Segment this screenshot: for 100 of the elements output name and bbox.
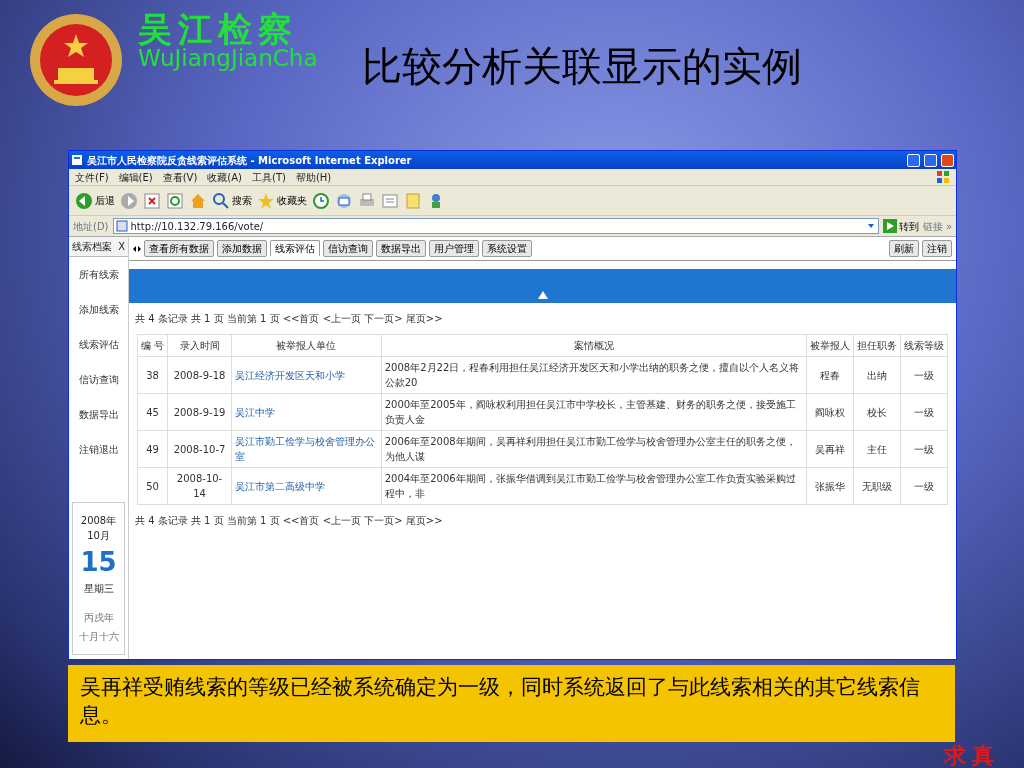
page-icon [71, 154, 83, 166]
go-button[interactable]: 转到 [882, 218, 919, 234]
table-cell: 38 [137, 356, 168, 394]
collapse-arrow-icon[interactable] [537, 291, 548, 299]
table-cell: 45 [137, 393, 168, 431]
table-cell: 2008年2月22日，程春利用担任吴江经济开发区天和小学出纳的职务之便，擅自以个人名义将公款20 [381, 356, 807, 394]
table-cell: 无职级 [853, 467, 901, 505]
table-cell: 校长 [853, 393, 901, 431]
table-cell: 2008-9-19 [167, 393, 232, 431]
close-button[interactable]: X [118, 239, 125, 254]
lunar-year: 丙戌年 [82, 611, 115, 625]
table-link[interactable]: 吴江市第二高级中学 [231, 467, 382, 505]
table-cell: 一级 [900, 393, 948, 431]
home-icon [189, 191, 207, 210]
table-cell: 一级 [900, 430, 948, 468]
table-cell: 2008-10-7 [167, 430, 232, 468]
tab[interactable]: 线索评估 [270, 240, 320, 257]
toolbar-button[interactable] [120, 191, 138, 210]
motto-text: 求真 [944, 744, 1000, 766]
table-link[interactable]: 吴江中学 [231, 393, 382, 431]
document-icon [381, 191, 399, 210]
menu-item[interactable]: 工具(T) [252, 169, 286, 185]
slide-title: 比较分析关联显示的实例 [361, 42, 802, 91]
tab[interactable]: 添加数据 [217, 240, 267, 257]
address-field[interactable]: http://10.132.79.166/vote/ [112, 218, 879, 234]
toolbar-button[interactable] [166, 191, 184, 210]
tab[interactable]: 查看所有数据 [144, 240, 214, 257]
links-button[interactable]: 链接 » [922, 218, 952, 234]
table-link[interactable]: 吴江经济开发区天和小学 [231, 356, 382, 394]
sidebar-item[interactable]: 线索评估 [69, 327, 128, 362]
table-cell: 阎咏权 [806, 393, 854, 431]
table-cell: 一级 [900, 356, 948, 394]
menu-item[interactable]: 文件(F) [75, 169, 109, 185]
calendar-month: 2008年10月 [79, 514, 118, 543]
sidebar-title: 线索档案 [72, 240, 112, 254]
table-cell: 50 [137, 467, 168, 505]
sidebar-item[interactable]: 信访查询 [69, 362, 128, 397]
collapse-arrows-icon[interactable] [133, 243, 141, 254]
action-button[interactable]: 刷新 [889, 240, 919, 257]
mail-icon [335, 191, 353, 210]
lunar-date: 十月十六 [78, 630, 119, 644]
tab[interactable]: 信访查询 [323, 240, 373, 257]
table-cell: 一级 [900, 467, 948, 505]
menu-item[interactable]: 编辑(E) [118, 169, 153, 185]
toolbar-button[interactable] [143, 191, 161, 210]
table-cell: 2008-10-14 [167, 467, 232, 505]
stop-icon [143, 191, 161, 210]
caption-text: 吴再祥受贿线索的等级已经被系统确定为一级，同时系统返回了与此线索相关的其它线索信息。 [68, 665, 955, 742]
table-cell: 程春 [806, 356, 854, 394]
column-header: 编 号 [137, 334, 168, 357]
column-header: 线索等级 [900, 334, 948, 357]
column-header: 被举报人单位 [231, 334, 382, 357]
tab[interactable]: 系统设置 [482, 240, 532, 257]
refresh-icon [166, 191, 184, 210]
toolbar-button[interactable] [312, 191, 330, 210]
close-button[interactable] [941, 153, 954, 167]
table-cell: 主任 [853, 430, 901, 468]
table-cell: 张振华 [806, 467, 854, 505]
windows-logo-icon [936, 170, 950, 184]
star-icon [257, 191, 275, 210]
menu-item[interactable]: 查看(V) [162, 169, 198, 185]
table-cell: 2006年至2008年期间，吴再祥利用担任吴江市勤工俭学与校舍管理办公室主任的职务之便，为他人谋 [381, 430, 807, 468]
toolbar-button[interactable] [335, 191, 353, 210]
address-label: 地址(D) [73, 219, 109, 234]
sidebar-item[interactable]: 所有线索 [69, 257, 128, 292]
action-button[interactable]: 注销 [922, 240, 952, 257]
note-icon [404, 191, 422, 210]
maximize-button[interactable] [924, 153, 937, 167]
column-header: 担任职务 [853, 334, 901, 357]
minimize-button[interactable] [907, 153, 920, 167]
table-cell: 2004年至2006年期间，张振华借调到吴江市勤工俭学与校舍管理办公室工作负责实验采购过程中，非 [381, 467, 807, 505]
column-header: 录入时间 [167, 334, 232, 357]
page-icon [115, 220, 128, 232]
tab[interactable]: 用户管理 [429, 240, 479, 257]
back-icon [75, 191, 93, 210]
emblem-icon [28, 12, 124, 108]
menu-item[interactable]: 帮助(H) [295, 169, 332, 185]
column-header: 案情概况 [381, 334, 807, 357]
tab[interactable]: 数据导出 [376, 240, 426, 257]
history-icon [312, 191, 330, 210]
menu-item[interactable]: 收藏(A) [207, 169, 242, 185]
toolbar-button[interactable]: 搜索 [212, 191, 252, 210]
table-cell: 出纳 [853, 356, 901, 394]
forward-icon [120, 191, 138, 210]
pagination-text: 共 4 条记录 共 1 页 当前第 1 页 <<首页 <上一页 下一页> 尾页>> [134, 514, 444, 528]
brand-name-latin: WuJiangJianCha [138, 46, 318, 72]
toolbar-button[interactable]: 收藏夹 [257, 191, 307, 210]
sidebar-item[interactable]: 数据导出 [69, 397, 128, 432]
toolbar-button[interactable]: 后退 [75, 191, 115, 210]
search-icon [212, 191, 230, 210]
pagination-text: 共 4 条记录 共 1 页 当前第 1 页 <<首页 <上一页 下一页> 尾页>> [134, 312, 444, 326]
table-cell: 2000年至2005年，阎咏权利用担任吴江市中学校长，主管基建、财务的职务之便，接受施工负责人金 [381, 393, 807, 431]
table-cell: 49 [137, 430, 168, 468]
table-link[interactable]: 吴江市勤工俭学与校舍管理办公室 [231, 430, 382, 468]
table-cell: 2008-9-18 [167, 356, 232, 394]
column-header: 被举报人 [806, 334, 854, 357]
calendar-day: 15 [80, 549, 117, 575]
window-title: 吴江市人民检察院反贪线索评估系统 - Microsoft Internet Explorer [87, 153, 413, 168]
sidebar-item[interactable]: 注销退出 [69, 432, 128, 467]
sidebar-item[interactable]: 添加线索 [69, 292, 128, 327]
